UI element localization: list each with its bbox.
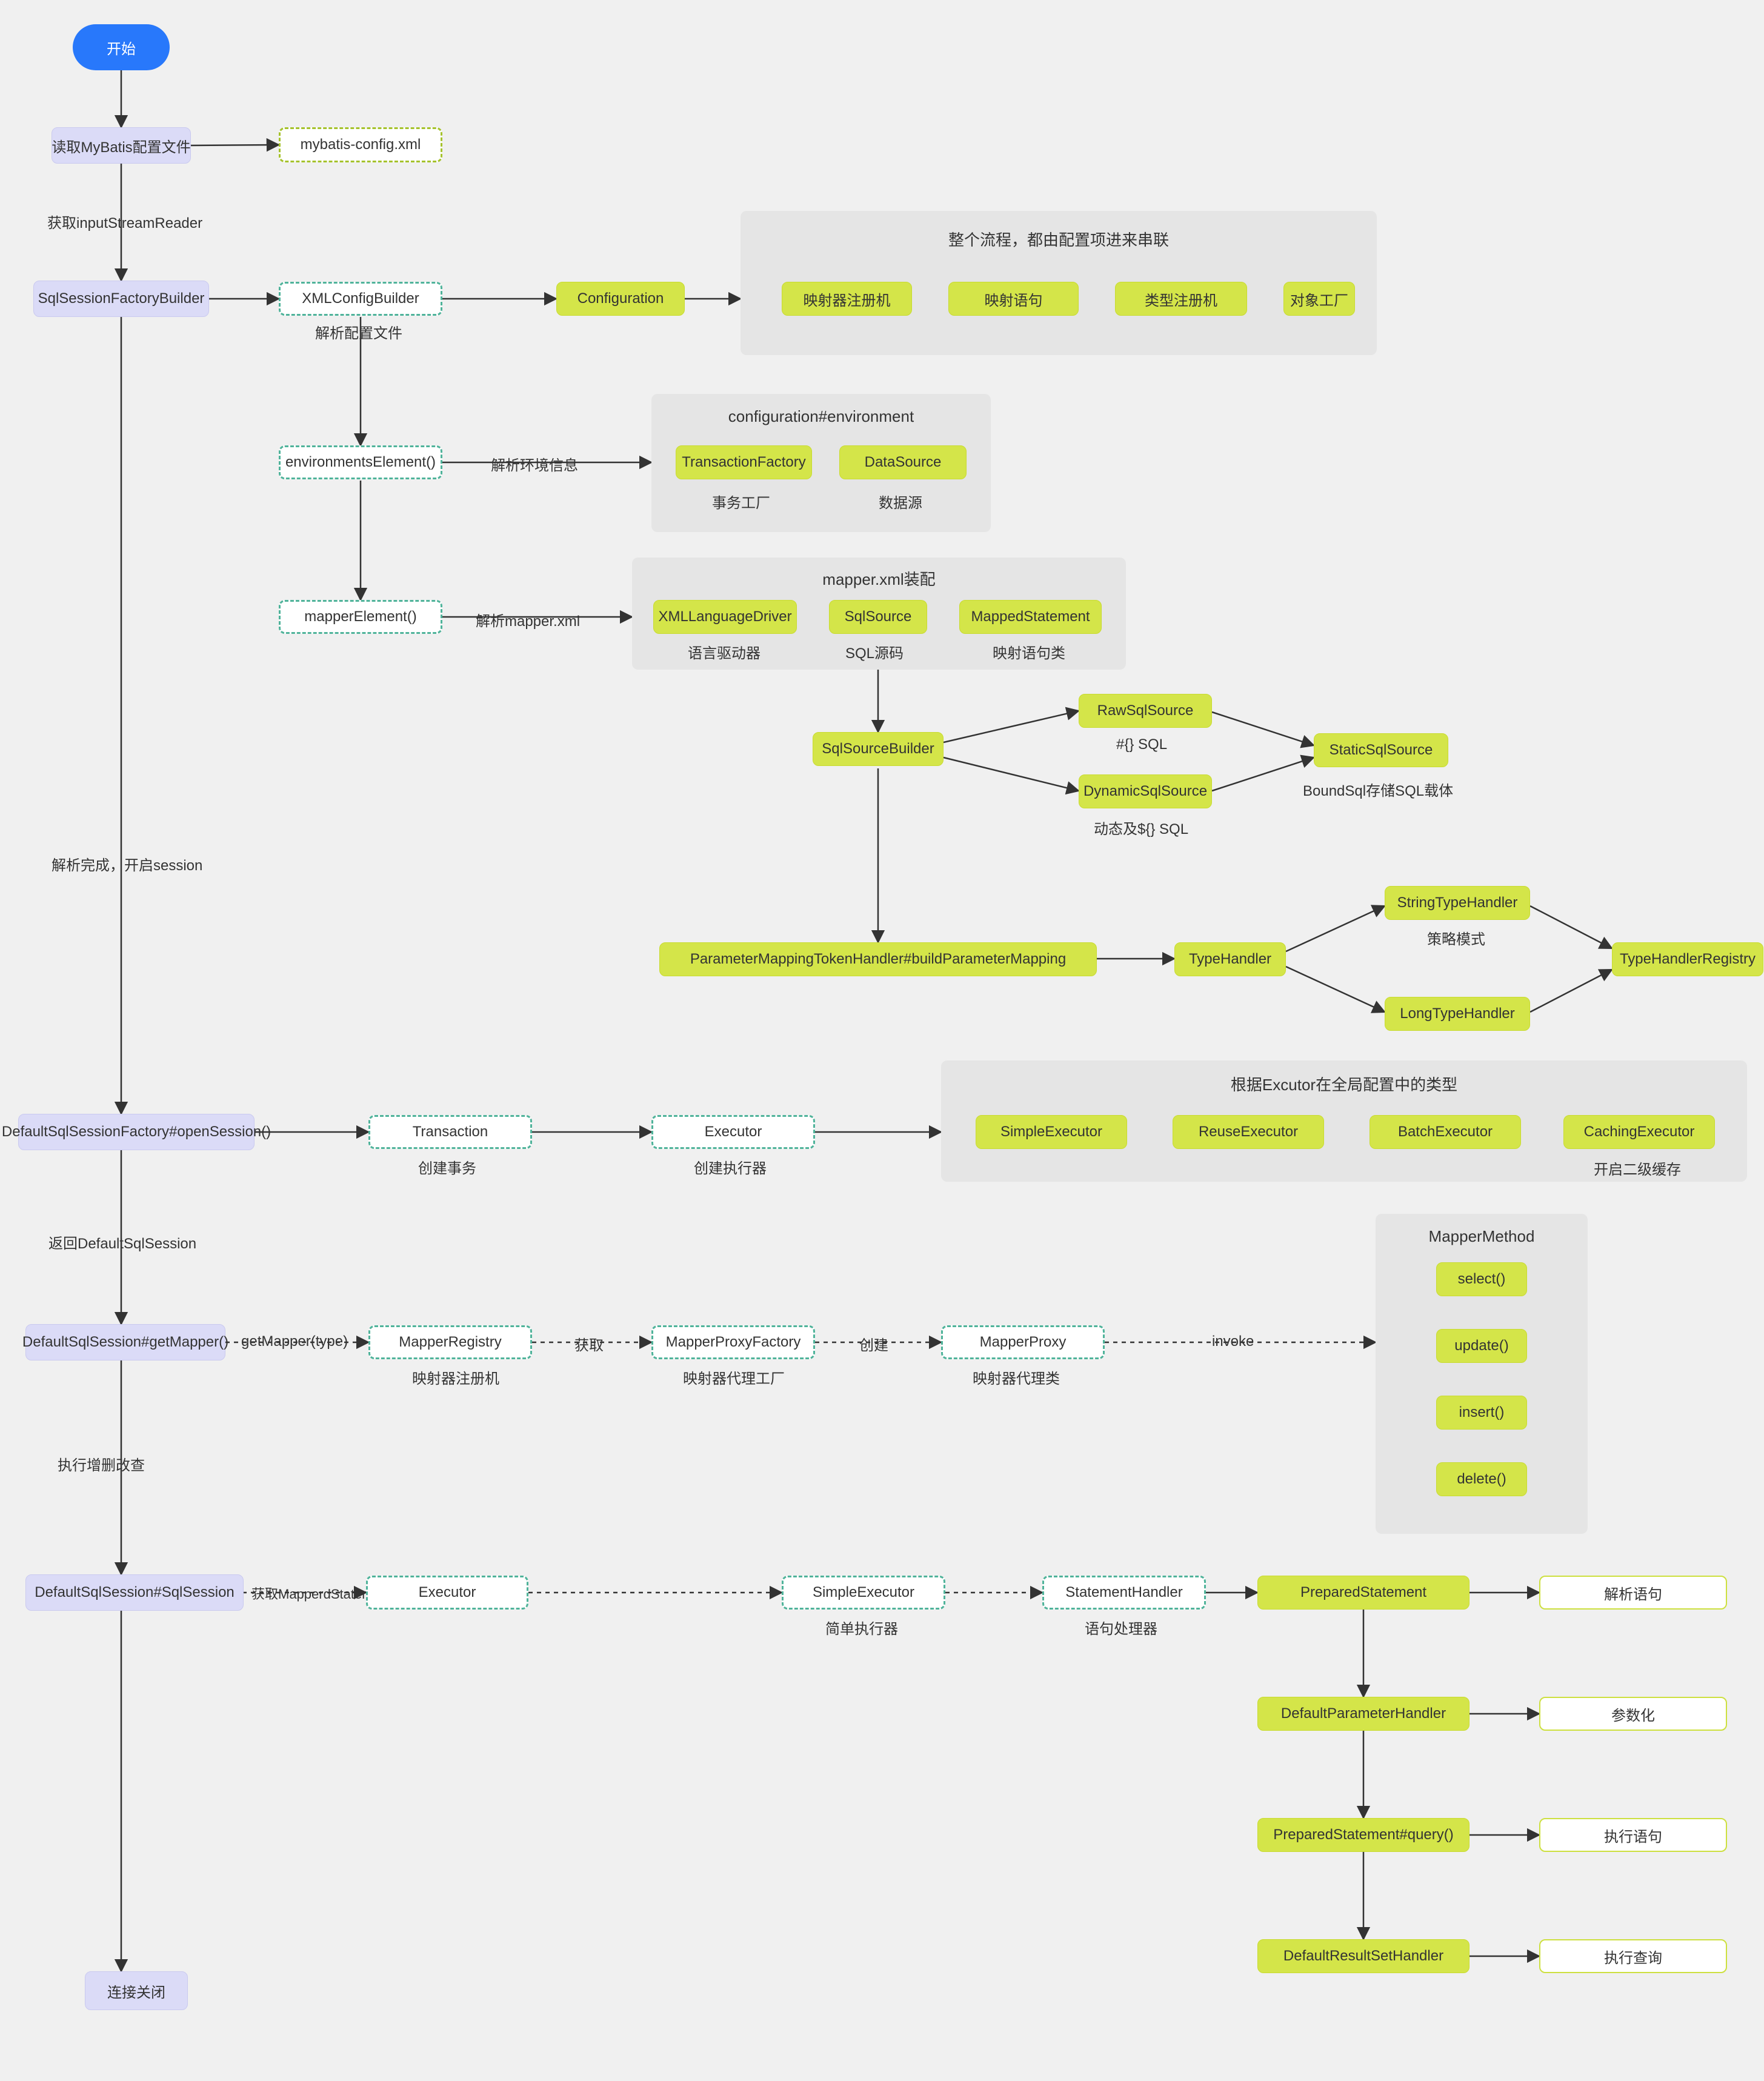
node-cfgfile: mybatis-config.xml (279, 127, 442, 162)
node-dssgm: DefaultSqlSession#getMapper() (25, 1324, 225, 1360)
node-reue: ReuseExecutor (1173, 1115, 1324, 1149)
label-invoke: invoke (1212, 1333, 1254, 1350)
node-drsh: DefaultResultSetHandler (1257, 1939, 1469, 1973)
node-sime: SimpleExecutor (976, 1115, 1127, 1149)
node-mapel: mapperElement() (279, 600, 442, 634)
label-create: 创建 (859, 1333, 888, 1354)
node-objfactory: 对象工厂 (1283, 282, 1355, 316)
node-lth: LongTypeHandler (1385, 997, 1530, 1031)
node-typereg: 类型注册机 (1115, 282, 1247, 316)
node-exec: Executor (651, 1115, 815, 1149)
node-readcfg: 读取MyBatis配置文件 (52, 127, 191, 164)
label-l2cache: 开启二级缓存 (1594, 1157, 1681, 1179)
node-insert: insert() (1436, 1396, 1527, 1430)
group-title-5: MapperMethod (1376, 1227, 1588, 1246)
node-mreg: MapperRegistry (368, 1325, 532, 1359)
label-langdrv: 语言驱动器 (688, 641, 761, 662)
node-stmth: StatementHandler (1042, 1576, 1206, 1610)
node-ol1: 解析语句 (1539, 1576, 1727, 1610)
label-retdss: 返回DefaultSqlSession (48, 1231, 196, 1253)
label-stmthandler: 语句处理器 (1085, 1617, 1157, 1638)
node-cace: CachingExecutor (1563, 1115, 1715, 1149)
label-txfactory: 事务工厂 (712, 491, 770, 512)
flowchart-canvas: 开始 读取MyBatis配置文件 mybatis-config.xml 获取in… (0, 0, 1764, 2081)
node-exec2: Executor (366, 1576, 528, 1610)
label-mpfcn: 映射器代理工厂 (683, 1367, 785, 1388)
node-sth: StringTypeHandler (1385, 886, 1530, 920)
label-dynsql: 动态及${} SQL (1094, 817, 1188, 838)
node-ol2: 参数化 (1539, 1697, 1727, 1731)
node-mpf: MapperProxyFactory (651, 1325, 815, 1359)
node-ol3: 执行语句 (1539, 1818, 1727, 1852)
label-getmapper: getMapper(type) (241, 1333, 348, 1350)
node-sqlsrc: SqlSource (829, 600, 927, 634)
node-xmlcfg: XMLConfigBuilder (279, 282, 442, 316)
group-title-3: mapper.xml装配 (632, 567, 1126, 590)
label-datasource: 数据源 (879, 491, 922, 512)
node-sfb: SqlSessionFactoryBuilder (33, 281, 209, 317)
node-tx: Transaction (368, 1115, 532, 1149)
label-inputstream: 获取inputStreamReader (47, 211, 202, 232)
node-ol4: 执行查询 (1539, 1939, 1727, 1973)
label-get: 获取 (574, 1333, 604, 1354)
group-title-2: configuration#environment (651, 407, 991, 426)
node-statss: StaticSqlSource (1314, 733, 1448, 767)
label-mapstmtcls: 映射语句类 (993, 641, 1065, 662)
node-mapperreg: 映射器注册机 (782, 282, 912, 316)
label-createexec: 创建执行器 (694, 1156, 767, 1177)
node-xld: XMLLanguageDriver (653, 600, 797, 634)
node-ps: PreparedStatement (1257, 1576, 1469, 1610)
label-parsemapper: 解析mapper.xml (476, 609, 580, 630)
start-node: 开始 (73, 24, 170, 70)
label-strategy: 策略模式 (1427, 927, 1485, 948)
node-select: select() (1436, 1262, 1527, 1296)
node-delete: delete() (1436, 1462, 1527, 1496)
node-thr: TypeHandlerRegistry (1612, 942, 1763, 976)
node-mproxy: MapperProxy (941, 1325, 1105, 1359)
group-title-4: 根据Excutor在全局配置中的类型 (941, 1073, 1747, 1095)
label-parsecfg: 解析配置文件 (315, 321, 402, 342)
node-bate: BatchExecutor (1370, 1115, 1521, 1149)
node-mstmt: MappedStatement (959, 600, 1102, 634)
node-simex: SimpleExecutor (782, 1576, 945, 1610)
label-crud: 执行增删改查 (58, 1453, 145, 1474)
node-datasource: DataSource (839, 445, 967, 479)
node-close: 连接关闭 (85, 1971, 188, 2010)
node-dph: DefaultParameterHandler (1257, 1697, 1469, 1731)
label-boundsql: BoundSql存储SQL载体 (1303, 779, 1453, 800)
label-createtx: 创建事务 (418, 1156, 476, 1177)
label-numsql: #{} SQL (1116, 736, 1167, 753)
label-sqlsrc: SQL源码 (845, 641, 904, 662)
node-ssb: SqlSourceBuilder (813, 732, 944, 766)
group-title-1: 整个流程，都由配置项进来串联 (741, 228, 1377, 250)
node-pmth: ParameterMappingTokenHandler#buildParame… (659, 942, 1097, 976)
label-parseenv: 解析环境信息 (491, 453, 578, 474)
label-opensession: 解析完成，开启session (52, 853, 202, 874)
node-configuration: Configuration (556, 282, 685, 316)
node-txfactory: TransactionFactory (676, 445, 812, 479)
label-mproxycn: 映射器代理类 (973, 1367, 1060, 1388)
label-simexec: 简单执行器 (825, 1617, 898, 1638)
node-mapperstmt: 映射语句 (948, 282, 1079, 316)
node-dssss: DefaultSqlSession#SqlSession (25, 1574, 244, 1611)
node-envel: environmentsElement() (279, 445, 442, 479)
node-dynss: DynamicSqlSource (1079, 774, 1212, 808)
label-mregcn: 映射器注册机 (412, 1367, 499, 1388)
node-psq: PreparedStatement#query() (1257, 1818, 1469, 1852)
node-dsfopen: DefaultSqlSessionFactory#openSession() (18, 1114, 255, 1150)
node-rawss: RawSqlSource (1079, 694, 1212, 728)
node-update: update() (1436, 1329, 1527, 1363)
node-th: TypeHandler (1174, 942, 1286, 976)
